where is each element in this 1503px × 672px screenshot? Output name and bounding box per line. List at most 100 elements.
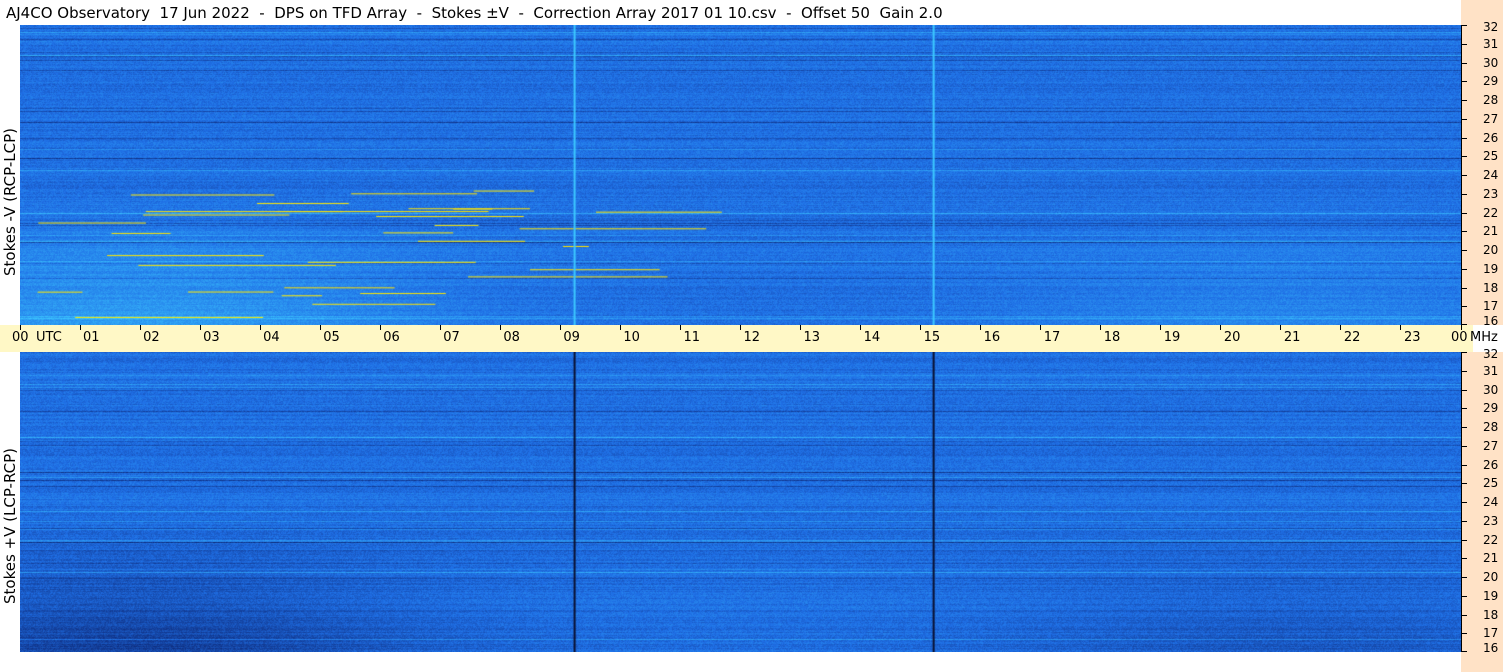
y-axis-label-top: Stokes -V (RCP-LCP) — [1, 128, 19, 276]
utc-tick-label-5: 05 — [323, 330, 340, 345]
utc-tick-20 — [1220, 325, 1222, 330]
utc-tick-22 — [1340, 325, 1342, 330]
mhz-tick-label-21: 21 — [1483, 551, 1499, 566]
utc-tick-label-17: 17 — [1043, 330, 1061, 345]
utc-tick-21 — [1280, 325, 1282, 330]
utc-tick-15 — [920, 325, 922, 330]
mhz-tick-label-31: 31 — [1483, 363, 1499, 378]
mhz-tick-label-20: 20 — [1483, 570, 1499, 584]
utc-tick-label-9: 09 — [563, 330, 580, 345]
mhz-tick-label-31: 31 — [1483, 36, 1499, 51]
mhz-tick-label-23: 23 — [1483, 186, 1499, 201]
utc-tick-11 — [679, 325, 681, 330]
utc-tick-label-15: 15 — [923, 330, 941, 345]
mhz-tick-18 — [1462, 614, 1467, 616]
utc-label: UTC — [36, 330, 62, 345]
mhz-tick-label-27: 27 — [1483, 111, 1499, 126]
utc-tick-label-12: 12 — [743, 330, 761, 345]
mhz-tick-label-17: 17 — [1483, 626, 1499, 641]
utc-tick-2 — [139, 325, 141, 330]
utc-tick-label-2: 02 — [143, 330, 160, 345]
mhz-tick-26 — [1462, 464, 1467, 466]
mhz-tick-16 — [1462, 324, 1467, 325]
mhz-tick-label-21: 21 — [1483, 224, 1499, 239]
mhz-tick-17 — [1462, 633, 1467, 635]
utc-tick-label-14: 14 — [863, 330, 881, 345]
utc-tick-12 — [740, 325, 741, 330]
utc-tick-18 — [1100, 325, 1102, 330]
mhz-tick-label-20: 20 — [1483, 243, 1499, 257]
mhz-tick-25 — [1462, 156, 1467, 158]
utc-tick-label-22: 22 — [1343, 330, 1361, 345]
mhz-tick-31 — [1462, 43, 1467, 45]
utc-tick-label-6: 06 — [383, 330, 400, 345]
spectrogram-canvas-top — [20, 25, 1461, 325]
mhz-tick-32 — [1462, 25, 1467, 26]
mhz-tick-22 — [1462, 212, 1467, 214]
mhz-tick-label-24: 24 — [1483, 168, 1499, 182]
utc-tick-label-13: 13 — [803, 330, 821, 345]
utc-tick-label-7: 07 — [443, 330, 460, 345]
spectrogram-canvas-bottom — [20, 352, 1461, 652]
utc-tick-label-3: 03 — [203, 330, 220, 345]
utc-tick-label-11: 11 — [683, 330, 700, 345]
mhz-tick-label-26: 26 — [1483, 457, 1499, 472]
mhz-tick-30 — [1462, 389, 1467, 391]
mhz-tick-18 — [1462, 287, 1467, 289]
utc-tick-19 — [1160, 325, 1162, 330]
mhz-tick-32 — [1462, 352, 1467, 353]
mhz-tick-label-19: 19 — [1483, 261, 1499, 276]
mhz-tick-label-25: 25 — [1483, 476, 1499, 491]
chart-title: AJ4CO Observatory 17 Jun 2022 - DPS on T… — [6, 4, 943, 22]
utc-tick-label-21: 21 — [1283, 330, 1301, 345]
frequency-axis-top: 16 17 18 19 20 21 22 23 24 25 26 27 28 29 30 31 32 — [1461, 21, 1503, 328]
mhz-tick-31 — [1462, 370, 1467, 372]
frequency-axis-bottom: 16 17 18 19 20 21 22 23 24 25 26 27 28 29 30 31 32 — [1461, 348, 1503, 655]
utc-tick-label-10: 10 — [623, 330, 640, 345]
utc-tick-23 — [1400, 325, 1402, 330]
utc-tick-label-23: 23 — [1403, 330, 1421, 345]
y-axis-label-bottom: Stokes +V (LCP-RCP) — [1, 448, 19, 604]
utc-tick-label-24: 00 — [1451, 330, 1468, 345]
mhz-tick-23 — [1462, 193, 1467, 195]
mhz-tick-27 — [1462, 118, 1467, 120]
mhz-tick-label-16: 16 — [1483, 641, 1499, 655]
mhz-tick-label-29: 29 — [1483, 74, 1499, 89]
mhz-tick-label-19: 19 — [1483, 588, 1499, 603]
mhz-tick-label-28: 28 — [1483, 93, 1499, 107]
utc-tick-7 — [439, 325, 441, 330]
mhz-tick-label-22: 22 — [1483, 532, 1499, 547]
mhz-tick-label-25: 25 — [1483, 149, 1499, 164]
mhz-tick-label-32: 32 — [1483, 20, 1499, 34]
utc-tick-5 — [319, 325, 321, 330]
utc-tick-10 — [619, 325, 621, 330]
mhz-tick-label-16: 16 — [1483, 314, 1499, 328]
mhz-tick-label-24: 24 — [1483, 495, 1499, 509]
utc-tick-13 — [800, 325, 802, 330]
mhz-tick-label-29: 29 — [1483, 401, 1499, 416]
mhz-tick-label-18: 18 — [1483, 280, 1499, 295]
mhz-tick-29 — [1462, 81, 1467, 83]
mhz-tick-28 — [1462, 427, 1467, 428]
utc-tick-17 — [1040, 325, 1042, 330]
mhz-tick-17 — [1462, 306, 1467, 308]
utc-tick-16 — [980, 325, 982, 330]
utc-tick-3 — [199, 325, 201, 330]
mhz-tick-24 — [1462, 502, 1467, 503]
mhz-tick-label-32: 32 — [1483, 347, 1499, 361]
mhz-tick-label-30: 30 — [1483, 55, 1499, 70]
mhz-tick-20 — [1462, 577, 1467, 578]
mhz-tick-29 — [1462, 408, 1467, 410]
utc-tick-label-1: 01 — [83, 330, 100, 345]
mhz-tick-19 — [1462, 268, 1467, 270]
utc-tick-1 — [79, 325, 81, 330]
utc-tick-9 — [559, 325, 561, 330]
mhz-tick-22 — [1462, 539, 1467, 541]
utc-tick-14 — [860, 325, 862, 330]
mhz-tick-label-28: 28 — [1483, 420, 1499, 434]
mhz-tick-label-18: 18 — [1483, 607, 1499, 622]
mhz-tick-27 — [1462, 445, 1467, 447]
mhz-tick-25 — [1462, 483, 1467, 485]
utc-tick-label-19: 19 — [1163, 330, 1181, 345]
utc-tick-label-18: 18 — [1103, 330, 1121, 345]
